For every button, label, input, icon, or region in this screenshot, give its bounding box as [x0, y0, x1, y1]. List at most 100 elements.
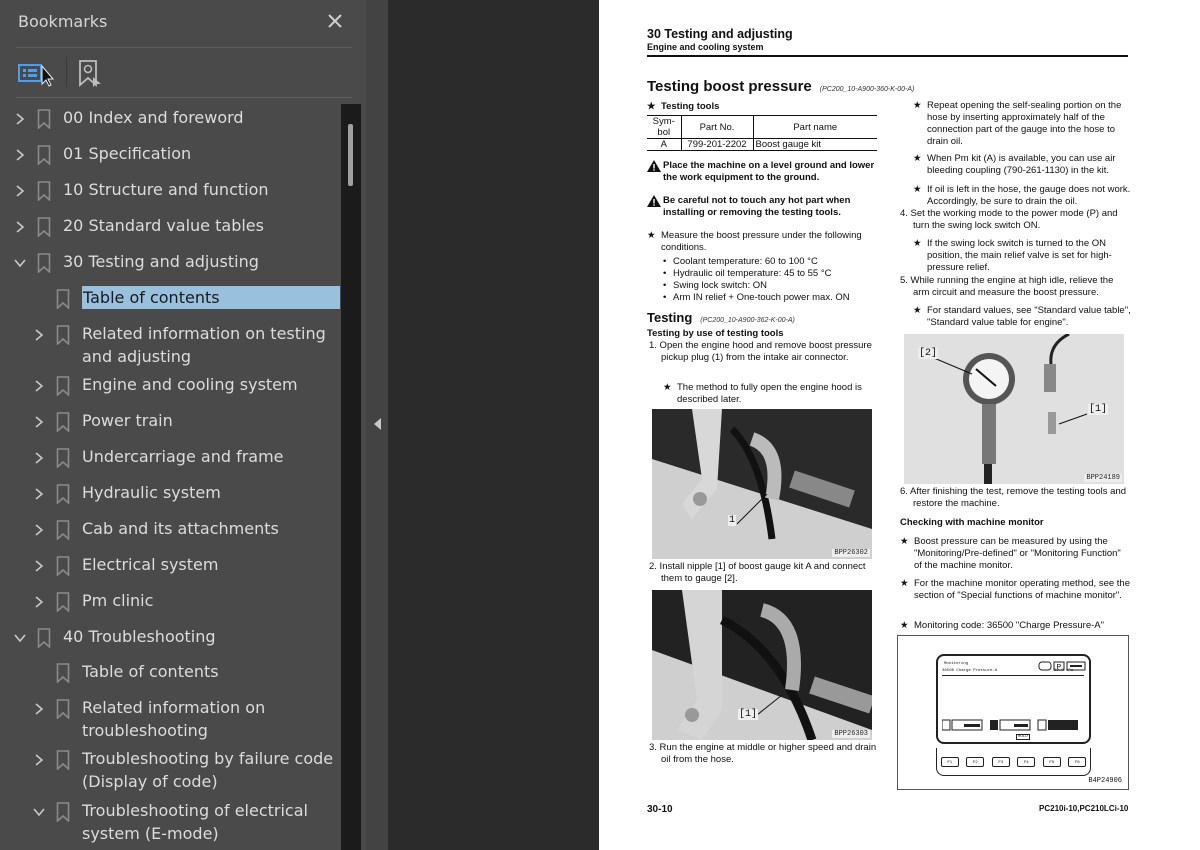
scrollbar-thumb[interactable] — [348, 124, 353, 186]
chevron-right-icon[interactable] — [33, 752, 45, 766]
testing-tools-label: ★ Testing tools — [647, 101, 719, 113]
testing-code: (PC200_10-A900-362-K-00-A) — [700, 317, 795, 324]
tools-table: Sym-bol Part No. Part name A 799-201-220… — [647, 115, 877, 151]
function-key-f3: F3 — [991, 756, 1010, 767]
section-title: Testing boost pressure (PC200_10-A900-360… — [647, 78, 914, 95]
divider — [16, 47, 352, 48]
panel-splitter[interactable] — [366, 0, 388, 850]
step-1-note-text: The method to fully open the engine hood… — [677, 382, 862, 405]
cell-part-no: 799-201-2202 — [680, 138, 753, 151]
monitor-gauge-bars — [941, 719, 1078, 731]
chevron-right-icon[interactable] — [14, 111, 26, 125]
bookmark-label: Troubleshooting by failure code (Display… — [82, 749, 334, 791]
bookmark-tree: 00 Index and foreword 01 Specification 10 … — [0, 103, 340, 850]
header-part-no: Part No. — [680, 115, 753, 139]
model-number: PC210i-10,PC210LCi-10 — [1039, 804, 1129, 813]
star-icon: ★ — [900, 578, 909, 589]
step-5-note: ★ For standard values, see "Standard valu… — [913, 305, 1131, 329]
bookmark-label: 10 Structure and function — [63, 180, 269, 199]
header-part-name: Part name — [752, 115, 877, 139]
bookmark-icon — [37, 109, 51, 130]
condition-item: Swing lock switch: ON — [663, 280, 893, 292]
bookmark-scrollbar[interactable] — [341, 104, 361, 850]
warning-2: Be careful not to touch any hot part whe… — [647, 195, 877, 219]
bookmark-icon — [56, 325, 70, 346]
chevron-down-icon[interactable] — [14, 255, 26, 269]
chevron-down-icon[interactable] — [14, 630, 26, 644]
chevron-right-icon[interactable] — [33, 414, 45, 428]
chevron-right-icon[interactable] — [14, 219, 26, 233]
note-text: For standard values, see "Standard value… — [927, 305, 1131, 328]
warning-icon — [647, 195, 661, 207]
testing-title-text: Testing — [647, 310, 693, 325]
photo-callout: [1] — [1088, 404, 1109, 415]
find-bookmark-button[interactable] — [78, 58, 104, 88]
note-text: Monitoring code: 36500 "Charge Pressure-… — [914, 620, 1104, 631]
bookmark-label: Electrical system — [82, 555, 219, 574]
svg-text:P: P — [1057, 664, 1062, 671]
monitor-note-3: ★ Monitoring code: 36500 "Charge Pressure… — [900, 620, 1130, 632]
header-rule — [647, 55, 1128, 57]
note-text: For the machine monitor operating method… — [914, 578, 1130, 601]
machine-monitor-figure: Monitoring 36500 Charge Pressure-A 88.8 … — [897, 635, 1129, 790]
function-key-f1: F1 — [940, 756, 959, 767]
bookmark-label: Related information on testing and adjus… — [82, 324, 326, 366]
photo-callout: 1 — [728, 515, 737, 526]
bookmark-icon — [37, 181, 51, 202]
note-text: If oil is left in the hose, the gauge do… — [927, 184, 1131, 207]
chevron-right-icon[interactable] — [33, 450, 45, 464]
chevron-right-icon[interactable] — [33, 594, 45, 608]
chevron-right-icon[interactable] — [33, 327, 45, 341]
section-title-text: Testing boost pressure — [647, 78, 812, 95]
function-key-f4: F4 — [1017, 756, 1036, 767]
bookmark-icon — [56, 699, 70, 720]
chevron-right-icon[interactable] — [14, 183, 26, 197]
star-icon: ★ — [913, 100, 922, 111]
chevron-right-icon[interactable] — [33, 378, 45, 392]
chevron-right-icon[interactable] — [33, 701, 45, 715]
bookmark-label: Power train — [82, 411, 173, 430]
monitor-screen-row: 36500 Charge Pressure-A — [942, 669, 998, 673]
monitor-hold-label: HOLD — [1016, 734, 1030, 740]
step-5: 5. While running the engine at high idle… — [900, 275, 1114, 298]
bookmarks-toolbar — [0, 50, 366, 96]
testing-subtitle: Testing by use of testing tools — [647, 328, 784, 339]
find-bookmark-icon — [79, 60, 101, 87]
bookmark-label: Engine and cooling system — [82, 375, 298, 394]
table-row: A 799-201-2202 Boost gauge kit — [647, 138, 877, 151]
collapse-panel-icon[interactable] — [374, 418, 381, 430]
bookmark-label: 30 Testing and adjusting — [63, 252, 259, 271]
bookmark-label: 00 Index and foreword — [63, 108, 244, 127]
star-icon: ★ — [900, 536, 909, 547]
monitor-mode-icons: P — [1038, 661, 1086, 671]
function-key-f5: F5 — [1042, 756, 1061, 767]
bookmark-label: Troubleshooting of electrical system (E-… — [82, 801, 308, 843]
bookmark-icon — [56, 448, 70, 469]
conditions-list: Coolant temperature: 60 to 100 °C Hydrau… — [663, 256, 893, 304]
list-options-button[interactable] — [18, 58, 58, 88]
testing-tools-text: Testing tools — [661, 101, 720, 112]
measure-note-text: Measure the boost pressure under the fol… — [661, 230, 862, 253]
page-number: 30-10 — [647, 804, 673, 815]
chevron-right-icon[interactable] — [33, 486, 45, 500]
chevron-right-icon[interactable] — [33, 558, 45, 572]
warning-text: Be careful not to touch any hot part whe… — [663, 195, 851, 218]
measure-note: ★ Measure the boost pressure under the fo… — [647, 230, 877, 254]
bookmark-icon — [56, 520, 70, 541]
condition-item: Arm IN relief + One-touch power max. ON — [663, 292, 893, 304]
bookmark-label: Related information on troubleshooting — [82, 698, 266, 740]
chevron-right-icon[interactable] — [33, 522, 45, 536]
bookmark-icon — [56, 484, 70, 505]
photo-tag: BPP26302 — [832, 549, 870, 557]
bookmark-icon — [56, 376, 70, 397]
star-icon: ★ — [663, 382, 672, 393]
step-1: 1. Open the engine hood and remove boost… — [649, 340, 872, 363]
step-3: 3. Run the engine at middle or higher sp… — [649, 742, 877, 765]
step-4: 4. Set the working mode to the power mod… — [900, 208, 1118, 231]
bookmark-label: Pm clinic — [82, 591, 154, 610]
monitor-screen-rule — [942, 675, 1084, 676]
pdf-page: 30 Testing and adjusting Engine and cool… — [599, 0, 1200, 850]
close-icon[interactable] — [325, 11, 345, 31]
chevron-right-icon[interactable] — [14, 147, 26, 161]
chevron-down-icon[interactable] — [33, 804, 45, 818]
